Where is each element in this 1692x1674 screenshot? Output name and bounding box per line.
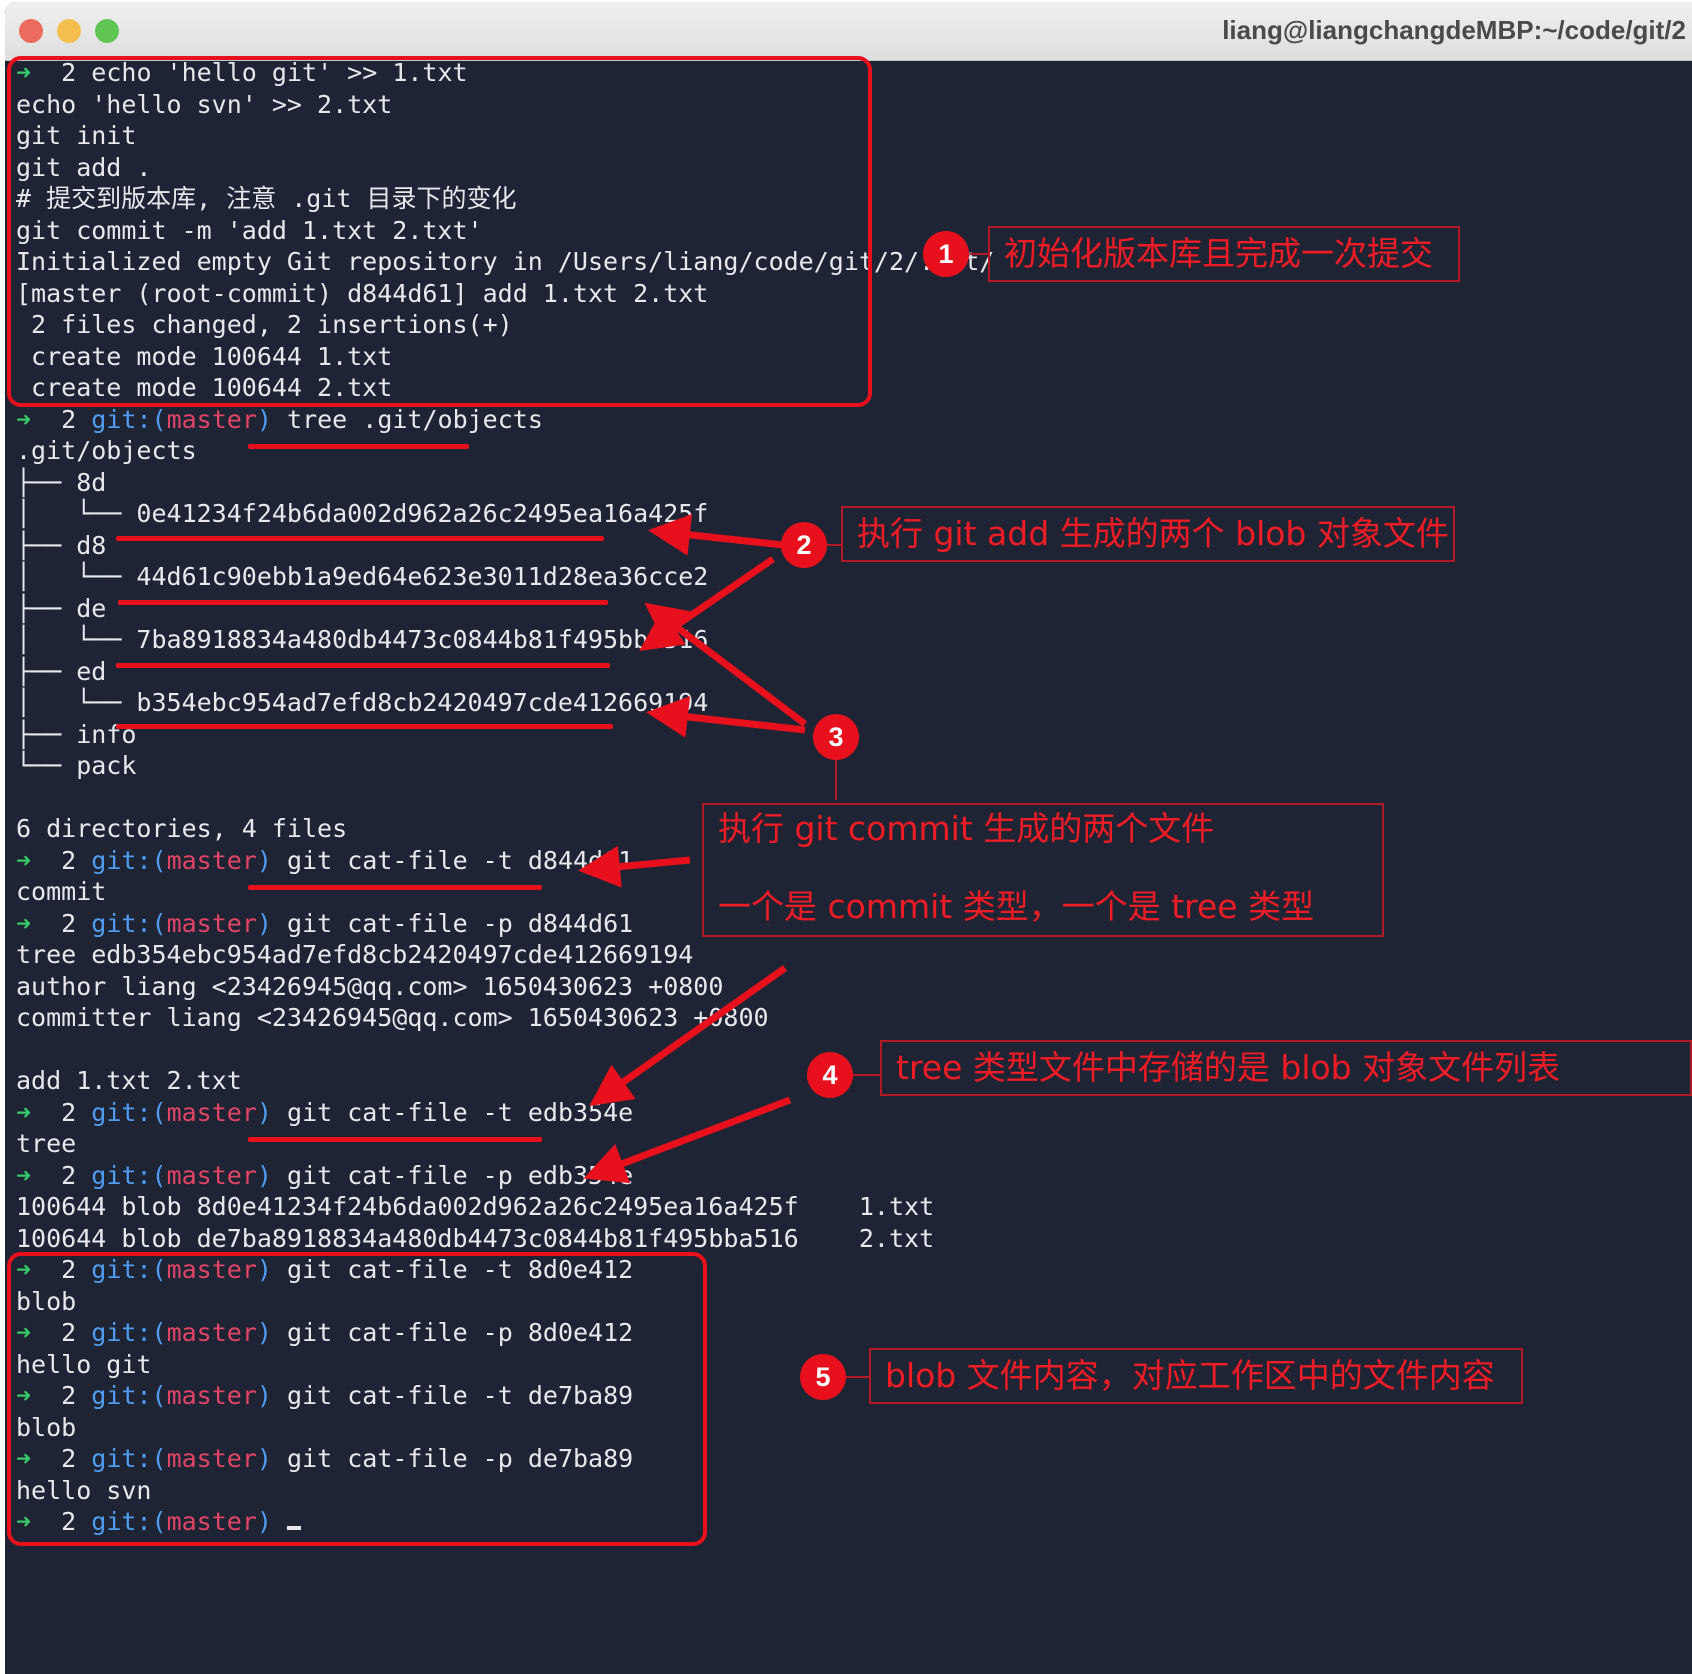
prompt-line: ➜ 2 git:(master) git cat-file -t d844d61 <box>16 844 633 878</box>
prompt-paren-open: ( <box>151 404 167 434</box>
output-line: │ └── 44d61c90ebb1a9ed64e623e3011d28ea36… <box>16 562 709 591</box>
output-line: add 1.txt 2.txt <box>16 1066 242 1095</box>
annotation-label-4: tree 类型文件中存储的是 blob 对象文件列表 <box>880 1040 1692 1096</box>
prompt-paren-close: ) <box>256 845 272 875</box>
prompt-arrow-icon: ➜ <box>16 908 32 938</box>
prompt-branch: master <box>166 404 257 434</box>
underline-blob-4 <box>116 724 613 729</box>
annotation-label-3: 执行 git commit 生成的两个文件 一个是 commit 类型，一个是 … <box>702 803 1384 937</box>
output-line: │ └── 7ba8918834a480db4473c0844b81f495bb… <box>16 625 709 654</box>
highlight-box-blob <box>7 1252 707 1546</box>
prompt-branch: master <box>166 845 257 875</box>
prompt-git-label: git: <box>91 1097 152 1127</box>
command-text: git cat-file -p edb354e <box>287 1160 634 1190</box>
output-line: ├── d8 <box>16 530 107 560</box>
output-line: tree edb354ebc954ad7efd8cb2420497cde4126… <box>16 940 694 969</box>
output-line: ├── ed <box>16 656 107 686</box>
underline-blob-1 <box>116 536 604 541</box>
prompt-directory: 2 <box>61 404 77 434</box>
output-line: .git/objects <box>16 436 197 465</box>
prompt-git-label: git: <box>91 1160 152 1190</box>
annotation-badge-3: 3 <box>813 714 859 760</box>
underline-blob-3 <box>116 663 610 668</box>
highlight-box-init <box>7 56 872 407</box>
prompt-paren-open: ( <box>151 1097 167 1127</box>
output-line: 100644 blob 8d0e41234f24b6da002d962a26c2… <box>16 1192 935 1221</box>
annotation-badge-4: 4 <box>807 1052 853 1098</box>
prompt-arrow-icon: ➜ <box>16 845 32 875</box>
underline-cat-commit <box>248 885 542 890</box>
prompt-paren-open: ( <box>151 1160 167 1190</box>
title-bar: liang@liangchangdeMBP:~/code/git/2 <box>5 2 1692 61</box>
prompt-paren-close: ) <box>256 404 272 434</box>
window-title: liang@liangchangdeMBP:~/code/git/2 <box>1222 15 1686 45</box>
prompt-paren-open: ( <box>151 908 167 938</box>
output-line: 100644 blob de7ba8918834a480db4473c0844b… <box>16 1223 935 1253</box>
annotation-badge-1: 1 <box>923 231 969 277</box>
terminal-window: liang@liangchangdeMBP:~/code/git/2 ➜ 2 e… <box>5 2 1692 1674</box>
output-line: committer liang <23426945@qq.com> 165043… <box>16 1003 769 1032</box>
annotation-label-1: 初始化版本库且完成一次提交 <box>988 226 1460 282</box>
command-text: git cat-file -t edb354e <box>287 1097 634 1127</box>
underline-cat-tree <box>248 1137 542 1142</box>
prompt-paren-close: ) <box>256 908 272 938</box>
prompt-branch: master <box>166 1160 257 1190</box>
output-line: ├── info <box>16 719 137 749</box>
close-window-button[interactable] <box>19 19 43 43</box>
command-text: tree .git/objects <box>287 404 543 434</box>
annotation-label-5: blob 文件内容，对应工作区中的文件内容 <box>869 1348 1523 1404</box>
zoom-window-button[interactable] <box>95 19 119 43</box>
prompt-directory: 2 <box>61 1160 77 1190</box>
output-line: tree <box>16 1129 77 1158</box>
annotation-label-3-line-2: 一个是 commit 类型，一个是 tree 类型 <box>718 887 1315 926</box>
command-text: git cat-file -p d844d61 <box>287 908 634 938</box>
prompt-branch: master <box>166 1097 257 1127</box>
output-line: author liang <23426945@qq.com> 165043062… <box>16 971 724 1001</box>
output-line: │ └── b354ebc954ad7efd8cb2420497cde41266… <box>16 688 709 717</box>
prompt-git-label: git: <box>91 908 152 938</box>
output-line: │ └── 0e41234f24b6da002d962a26c2495ea16a… <box>16 499 709 528</box>
prompt-git-label: git: <box>91 404 152 434</box>
underline-blob-2 <box>118 600 608 605</box>
annotation-label-2: 执行 git add 生成的两个 blob 对象文件 <box>841 506 1455 562</box>
annotation-badge-5: 5 <box>800 1354 846 1400</box>
prompt-git-label: git: <box>91 845 152 875</box>
prompt-arrow-icon: ➜ <box>16 1097 32 1127</box>
prompt-directory: 2 <box>61 908 77 938</box>
prompt-paren-open: ( <box>151 845 167 875</box>
prompt-branch: master <box>166 908 257 938</box>
prompt-arrow-icon: ➜ <box>16 1160 32 1190</box>
output-line: ├── de <box>16 593 107 623</box>
prompt-arrow-icon: ➜ <box>16 404 32 434</box>
annotation-label-3-line-1: 执行 git commit 生成的两个文件 <box>718 809 1215 848</box>
output-line: 6 directories, 4 files <box>16 814 348 843</box>
underline-tree-cmd <box>248 444 469 449</box>
minimize-window-button[interactable] <box>57 19 81 43</box>
annotation-badge-2: 2 <box>781 522 827 568</box>
output-line: commit <box>16 877 107 906</box>
command-text: git cat-file -t d844d61 <box>287 845 634 875</box>
output-line: └── pack <box>16 751 137 780</box>
output-line: ├── 8d <box>16 467 107 497</box>
arrow-2-to-blob-1 <box>648 513 784 556</box>
prompt-line: ➜ 2 git:(master) git cat-file -t edb354e <box>16 1096 633 1130</box>
prompt-paren-close: ) <box>256 1160 272 1190</box>
prompt-line: ➜ 2 git:(master) tree .git/objects <box>16 403 543 437</box>
prompt-paren-close: ) <box>256 1097 272 1127</box>
prompt-directory: 2 <box>61 845 77 875</box>
prompt-line: ➜ 2 git:(master) git cat-file -p edb354e <box>16 1159 633 1193</box>
prompt-directory: 2 <box>61 1097 77 1127</box>
prompt-line: ➜ 2 git:(master) git cat-file -p d844d61 <box>16 907 633 941</box>
